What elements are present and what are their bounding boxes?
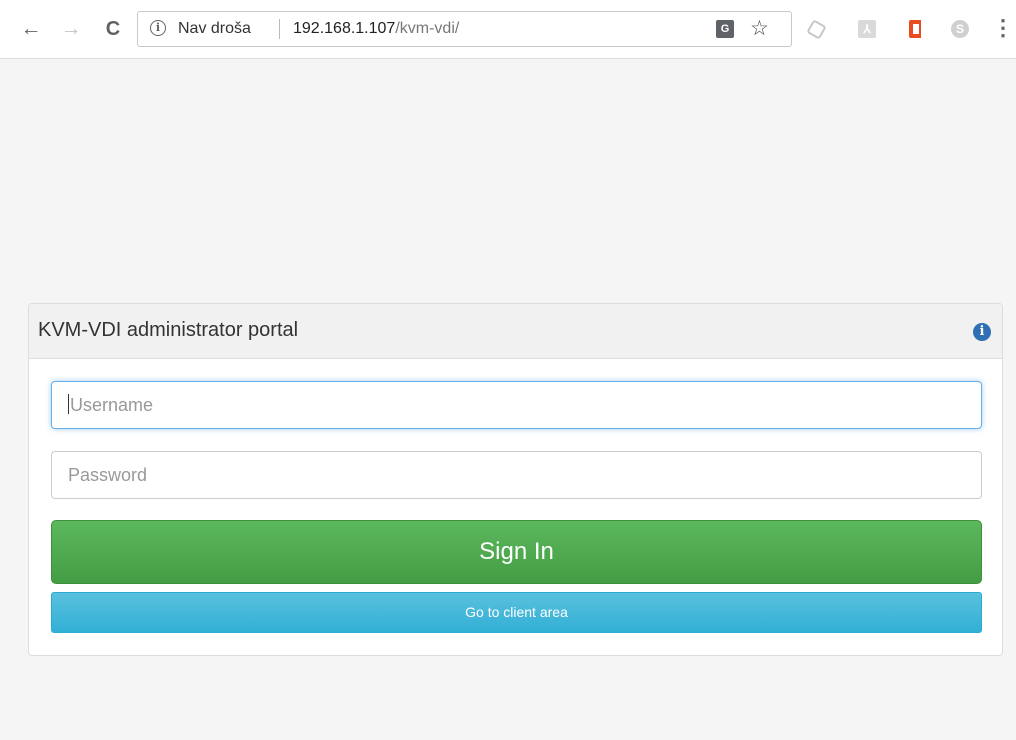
browser-menu-icon[interactable]: ⋮ xyxy=(992,15,1014,41)
url-path: /kvm-vdi/ xyxy=(395,20,460,37)
back-icon[interactable]: ← xyxy=(18,14,44,44)
reload-icon[interactable]: C xyxy=(100,14,126,44)
url-host: 192.168.1.107 xyxy=(293,20,396,37)
office-extension-icon[interactable] xyxy=(905,19,925,39)
username-input[interactable]: Username xyxy=(51,381,982,429)
address-bar[interactable]: i Nav droša 192.168.1.107/kvm-vdi/ G ☆ xyxy=(137,11,792,47)
panel-title: KVM-VDI administrator portal xyxy=(38,319,299,341)
security-label: Nav droša xyxy=(178,20,251,37)
client-area-button[interactable]: Go to client area xyxy=(51,592,982,633)
username-placeholder: Username xyxy=(70,395,154,415)
translate-icon[interactable]: G xyxy=(716,20,734,38)
password-input[interactable]: Password xyxy=(51,451,982,499)
cube-extension-icon[interactable] xyxy=(805,18,827,40)
panel-heading: KVM-VDI administrator portal i xyxy=(29,304,1002,359)
text-caret xyxy=(68,394,69,415)
address-separator xyxy=(279,19,280,39)
skype-extension-icon[interactable]: S xyxy=(950,19,970,39)
password-placeholder: Password xyxy=(68,465,148,485)
info-icon[interactable]: i xyxy=(973,323,991,341)
forward-icon[interactable]: → xyxy=(58,14,84,44)
browser-toolbar: ← → C i Nav droša 192.168.1.107/kvm-vdi/… xyxy=(0,0,1016,59)
login-panel: KVM-VDI administrator portal i Username … xyxy=(28,303,1003,656)
url-text[interactable]: 192.168.1.107/kvm-vdi/ xyxy=(293,20,459,38)
pdf-extension-icon[interactable]: ⅄ xyxy=(857,19,877,39)
sign-in-button[interactable]: Sign In xyxy=(51,520,982,584)
bookmark-star-icon[interactable]: ☆ xyxy=(750,16,769,41)
site-info-icon[interactable]: i xyxy=(150,20,166,36)
